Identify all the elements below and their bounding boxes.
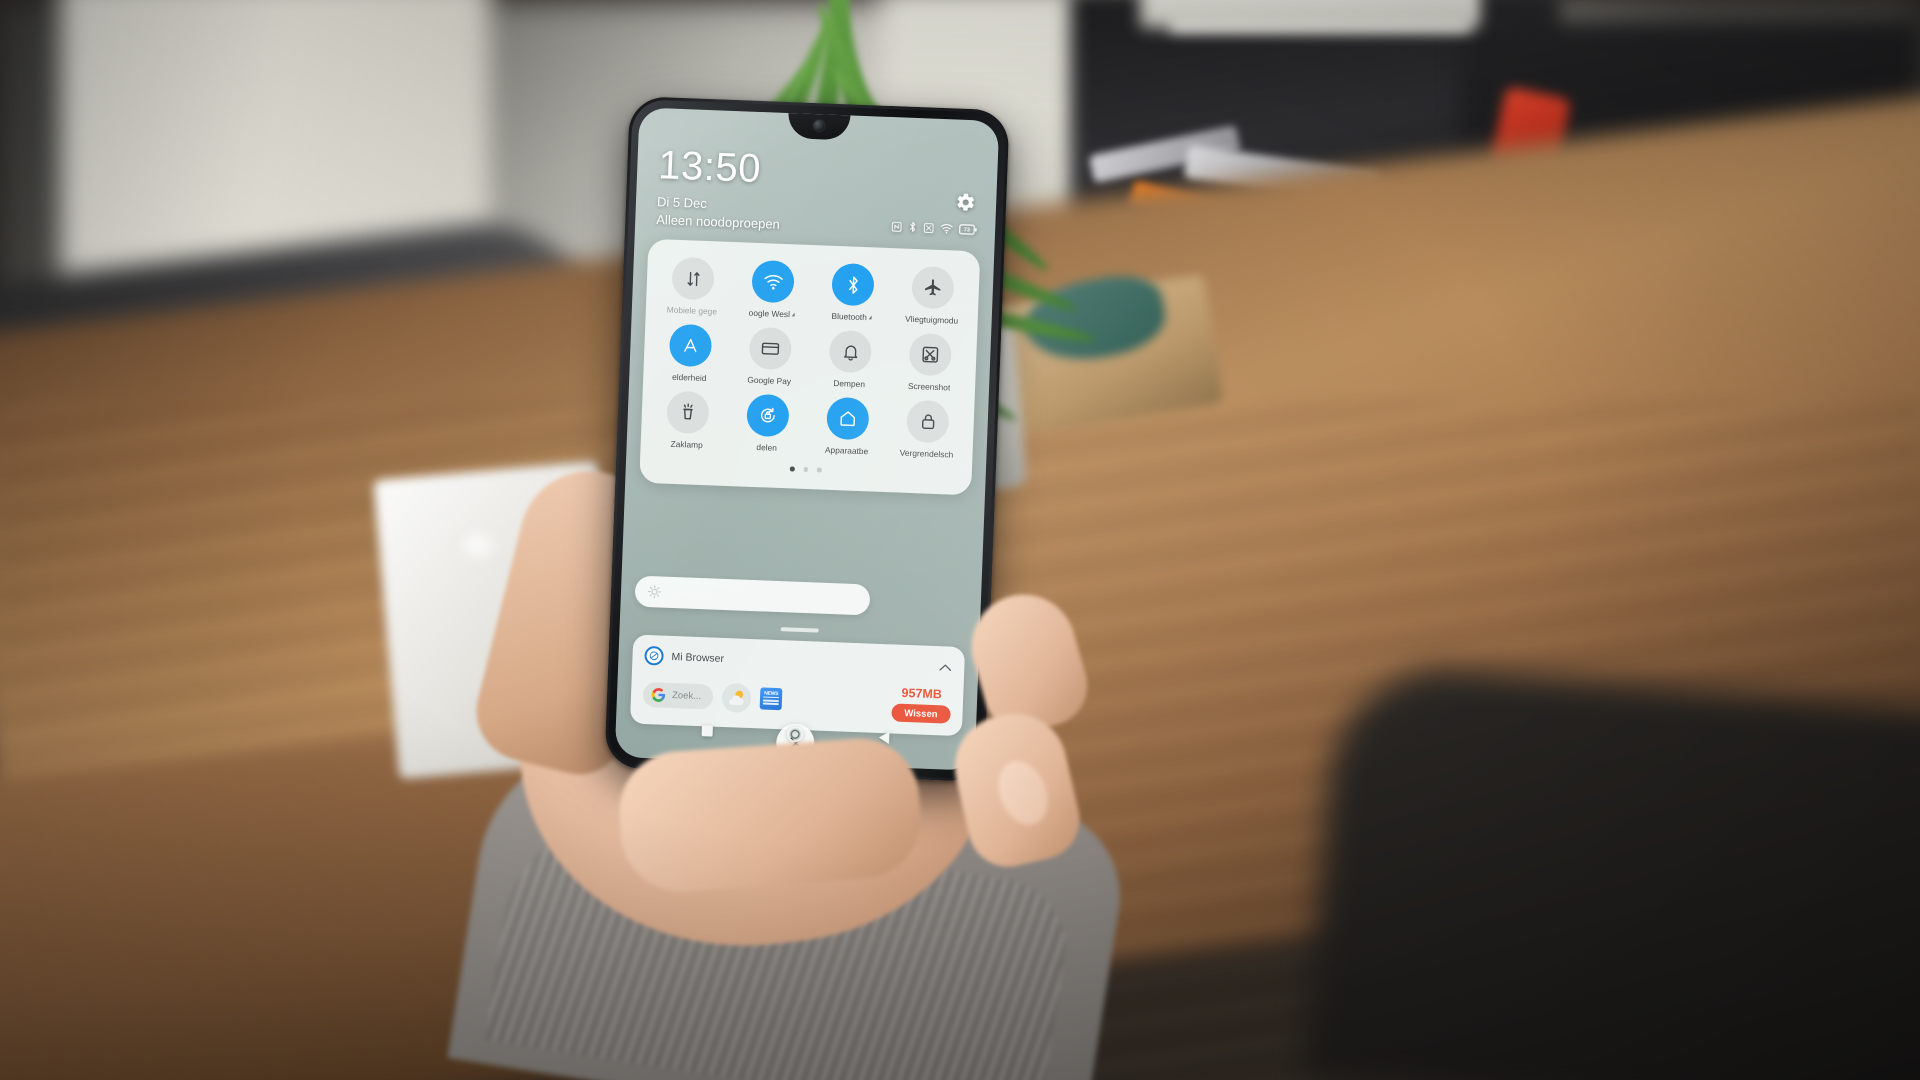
qs-tile-brightness[interactable]: elderheid xyxy=(649,323,731,384)
qs-tile-wifi[interactable]: oogle Wesl xyxy=(732,259,814,320)
search-input[interactable]: Zoek... xyxy=(642,681,714,710)
qs-tile-bluetooth[interactable]: Bluetooth xyxy=(812,262,894,323)
qs-label-text: Vliegtuigmodu xyxy=(904,313,959,326)
front-camera-icon xyxy=(813,120,825,132)
brightness-icon xyxy=(648,585,662,599)
qs-label: Screenshot xyxy=(908,381,951,393)
qs-label-text: Mobiele gege xyxy=(666,304,718,317)
qs-label-text: Vergrendelsch xyxy=(899,447,954,460)
lockscreen-header: 13:50 Di 5 Dec Alleen noodoproepen xyxy=(656,143,783,232)
qs-label-text: delen xyxy=(756,442,778,453)
battery-percent: 73 xyxy=(964,227,970,233)
bluetooth-icon xyxy=(910,221,916,232)
qs-label: elderheid xyxy=(672,372,707,383)
card-icon xyxy=(748,326,793,371)
qs-label-text: oogle Wesl xyxy=(748,307,791,320)
chevron-down-icon xyxy=(868,315,872,320)
memory-size: 957MB xyxy=(901,685,943,702)
qs-label: Vliegtuigmodu xyxy=(905,314,958,326)
rotation-lock-icon xyxy=(746,393,790,438)
qs-label-text: Apparaatbe xyxy=(824,444,869,457)
flashlight-icon xyxy=(666,390,710,435)
weather-sun-cloud-icon[interactable] xyxy=(721,682,752,713)
qs-tile-airplane[interactable]: Vliegtuigmodu xyxy=(892,265,974,326)
news-lines xyxy=(762,696,780,707)
search-placeholder: Zoek... xyxy=(671,689,702,702)
qs-label: Vergrendelsch xyxy=(900,448,954,460)
battery-icon: 73 xyxy=(959,223,977,235)
chair-right xyxy=(1303,659,1920,1080)
news-icon[interactable]: NEWS xyxy=(759,687,783,711)
qs-tile-screenshot[interactable]: Screenshot xyxy=(889,332,971,393)
printer-lid xyxy=(1140,0,1480,28)
qs-label-text: Dempen xyxy=(833,377,866,390)
qs-label: Zaklamp xyxy=(670,439,702,450)
notification-app-name: Mi Browser xyxy=(671,650,725,665)
mobile-data-icon xyxy=(671,256,715,301)
qs-label-text: Screenshot xyxy=(907,380,951,393)
silent-icon xyxy=(923,222,934,233)
smartphone: 13:50 Di 5 Dec Alleen noodoproepen 73 Mo… xyxy=(604,95,1010,783)
qs-label: Bluetooth xyxy=(831,311,872,323)
quick-settings-panel: Mobiele gege oogle Wesl Bluetooth Vliegt… xyxy=(639,238,981,495)
bell-icon xyxy=(828,329,873,374)
qs-tile-google-pay[interactable]: Google Pay xyxy=(729,326,811,387)
bluetooth-icon xyxy=(831,262,875,307)
page-dot[interactable] xyxy=(816,467,822,473)
gear-icon[interactable] xyxy=(955,192,977,214)
notification-header: Mi Browser xyxy=(644,645,953,677)
home-circle-icon[interactable] xyxy=(787,725,805,743)
lock-icon xyxy=(905,399,950,444)
home-icon xyxy=(826,396,870,441)
qs-label: delen xyxy=(756,442,777,453)
qs-label: oogle Wesl xyxy=(748,308,795,320)
mi-browser-icon xyxy=(644,645,664,666)
page-dot[interactable] xyxy=(803,466,809,472)
carrier-status: Alleen noodoproepen xyxy=(656,212,781,232)
qs-label: Dempen xyxy=(833,378,865,389)
qs-label-text: Bluetooth xyxy=(831,310,868,323)
qs-tile-mute[interactable]: Dempen xyxy=(809,329,891,390)
google-logo-icon xyxy=(651,687,666,702)
chevron-up-icon[interactable] xyxy=(938,660,953,675)
notch xyxy=(787,113,851,141)
quick-settings-grid: Mobiele gege oogle Wesl Bluetooth Vliegt… xyxy=(647,256,974,460)
qs-tile-lockscreen[interactable]: Vergrendelsch xyxy=(886,399,968,460)
qs-label: Google Pay xyxy=(747,375,791,387)
qs-tile-flashlight[interactable]: Zaklamp xyxy=(647,390,729,451)
recents-square-icon[interactable] xyxy=(700,724,713,737)
scissors-icon xyxy=(908,332,953,377)
ring-finger xyxy=(615,734,925,896)
white-box-detail xyxy=(455,528,499,562)
airplane-icon xyxy=(911,265,955,310)
qs-tile-mobile-data[interactable]: Mobiele gege xyxy=(652,256,734,317)
page-indicator xyxy=(646,461,966,478)
wifi-icon xyxy=(751,259,795,304)
photo-scene: 13:50 Di 5 Dec Alleen noodoproepen 73 Mo… xyxy=(0,0,1920,1080)
phone-screen: 13:50 Di 5 Dec Alleen noodoproepen 73 Mo… xyxy=(614,107,1000,771)
nfc-icon xyxy=(891,221,902,232)
qs-label-text: elderheid xyxy=(671,371,707,384)
status-icons: 73 xyxy=(891,220,977,235)
qs-label: Apparaatbe xyxy=(825,445,869,457)
qs-tile-device-control[interactable]: Apparaatbe xyxy=(806,396,888,457)
qs-label-text: Zaklamp xyxy=(670,438,703,450)
page-dot[interactable] xyxy=(790,466,795,472)
phone-body: 13:50 Di 5 Dec Alleen noodoproepen 73 Mo… xyxy=(604,95,1010,783)
date: Di 5 Dec xyxy=(656,194,708,211)
chevron-down-icon xyxy=(791,312,795,317)
wifi-icon xyxy=(940,223,953,233)
clock: 13:50 xyxy=(657,143,762,192)
auto-brightness-icon xyxy=(668,323,713,368)
qs-label: Mobiele gege xyxy=(667,305,718,317)
qs-label-text: Google Pay xyxy=(747,374,792,387)
qs-tile-rotation[interactable]: delen xyxy=(726,393,808,454)
